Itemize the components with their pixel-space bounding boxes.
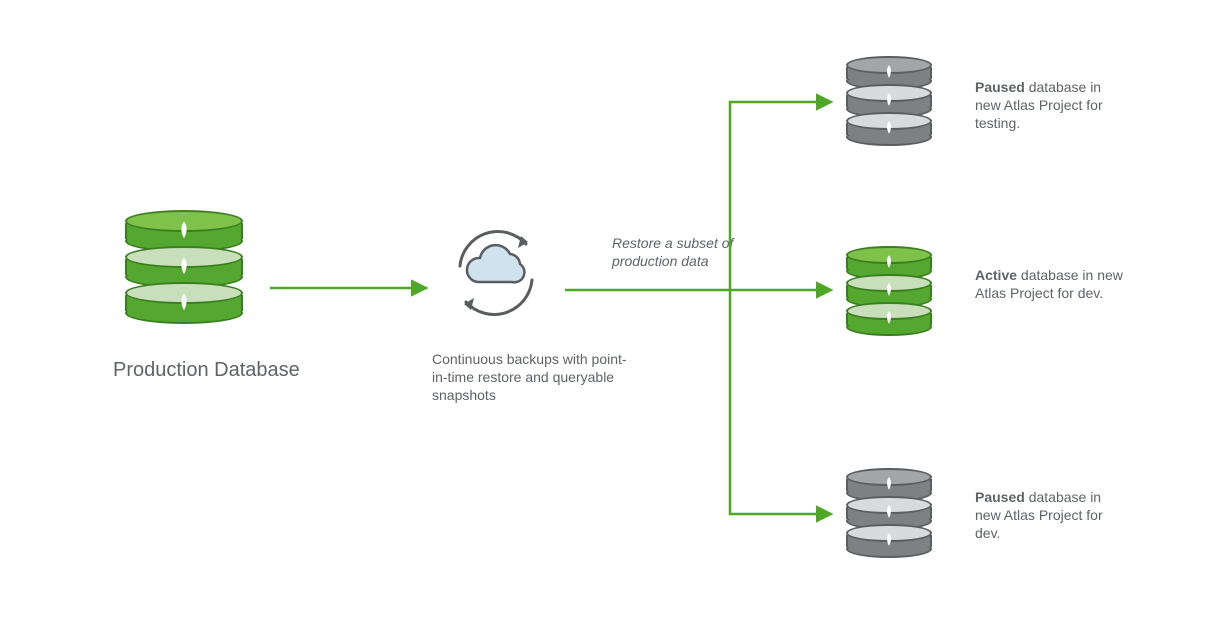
backup-caption: Continuous backups with point-in-time re… xyxy=(432,350,642,404)
target-label: Paused database in new Atlas Project for… xyxy=(975,488,1125,542)
status-word: Paused xyxy=(975,489,1025,505)
database-icon xyxy=(125,214,243,322)
database-icon xyxy=(846,60,932,144)
status-word: Paused xyxy=(975,79,1025,95)
diagram-canvas: Production Database Continuous backups w… xyxy=(0,0,1214,630)
target-label: Active database in new Atlas Project for… xyxy=(975,266,1125,302)
target-label: Paused database in new Atlas Project for… xyxy=(975,78,1125,132)
status-word: Active xyxy=(975,267,1017,283)
cloud-sync-icon xyxy=(440,222,550,322)
database-icon xyxy=(846,472,932,556)
restore-note: Restore a subset of production data xyxy=(612,234,752,270)
database-icon xyxy=(846,250,932,334)
production-db-label: Production Database xyxy=(113,360,300,380)
arrow-line xyxy=(730,290,830,514)
